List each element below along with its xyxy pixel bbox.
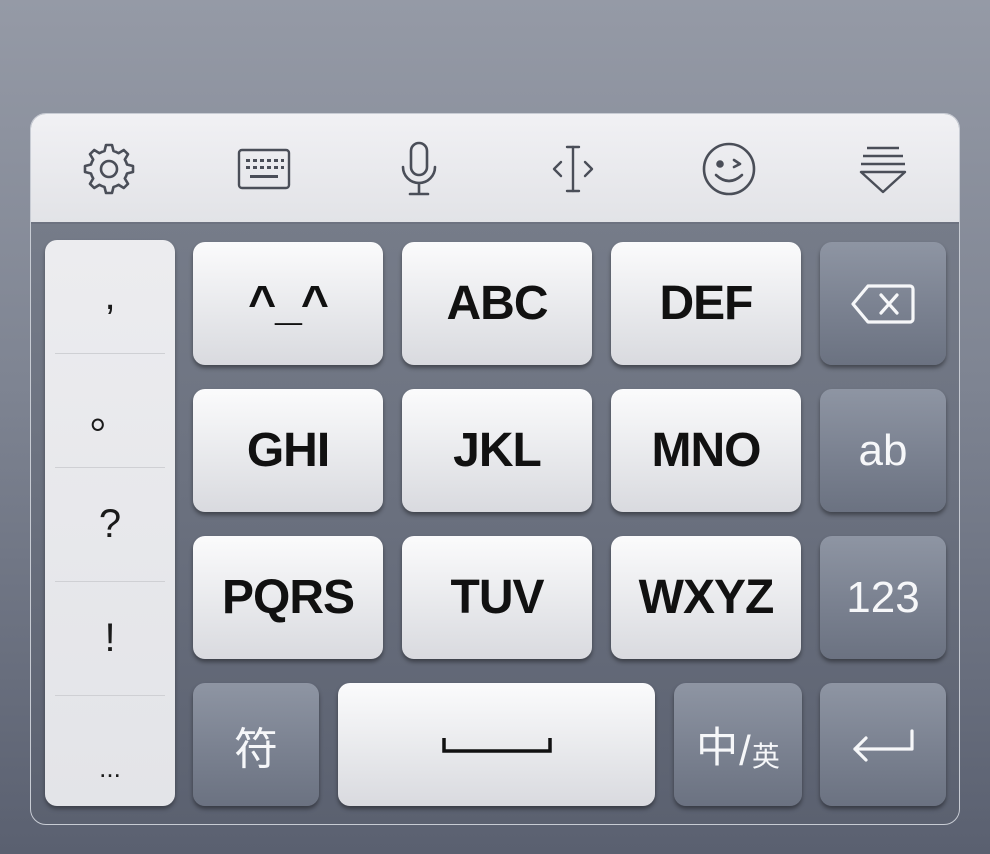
punct-period-label: 。	[90, 392, 130, 437]
key-number-mode[interactable]: 123	[820, 536, 946, 659]
key-mno-label: MNO	[651, 424, 762, 477]
key-emoticon[interactable]: ^_^	[193, 242, 383, 365]
emoji-button[interactable]	[694, 134, 764, 204]
key-tuv-label: TUV	[450, 571, 545, 624]
key-emoticon-label: ^_^	[248, 277, 329, 330]
backspace-icon	[851, 283, 915, 324]
enter-icon	[853, 728, 914, 762]
punct-ellipsis-label: ...	[99, 753, 121, 783]
enter-key[interactable]	[820, 683, 946, 806]
key-number-mode-label: 123	[846, 572, 920, 622]
lang-english-label: 英	[751, 741, 780, 772]
settings-button[interactable]	[74, 134, 144, 204]
key-def-label: DEF	[659, 277, 754, 330]
gear-icon	[83, 143, 135, 195]
punctuation-column: , 。 ? ! ...	[45, 240, 175, 806]
space-icon	[441, 737, 552, 753]
keyboard-icon	[237, 148, 291, 190]
backspace-key[interactable]	[820, 242, 946, 365]
punct-comma-label: ,	[104, 274, 116, 318]
key-wxyz-label: WXYZ	[638, 571, 775, 624]
key-abc[interactable]: ABC	[402, 242, 592, 365]
voice-input-button[interactable]	[384, 134, 454, 204]
key-english-mode-label: ab	[858, 425, 908, 475]
key-symbols[interactable]: 符	[193, 683, 319, 806]
key-jkl[interactable]: JKL	[402, 389, 592, 512]
hide-keyboard-button[interactable]	[848, 134, 918, 204]
hide-keyboard-icon	[859, 146, 907, 194]
key-pqrs[interactable]: PQRS	[193, 536, 383, 659]
keyboard-toolbar	[31, 114, 959, 224]
punct-exclamation-label: !	[104, 616, 116, 660]
keyboard-switch-button[interactable]	[229, 134, 299, 204]
space-key[interactable]	[338, 683, 655, 806]
key-ghi-label: GHI	[246, 424, 330, 477]
punct-question-key[interactable]: ?	[55, 468, 165, 582]
language-switch-label: 中 / 英	[696, 714, 780, 775]
key-abc-label: ABC	[446, 277, 549, 330]
microphone-icon	[401, 141, 437, 196]
key-ghi[interactable]: GHI	[193, 389, 383, 512]
key-def[interactable]: DEF	[611, 242, 801, 365]
key-jkl-label: JKL	[453, 424, 542, 477]
key-language-switch[interactable]: 中 / 英	[674, 683, 802, 806]
punct-question-label: ?	[98, 502, 122, 546]
lang-chinese-label: 中	[696, 724, 739, 771]
key-mno[interactable]: MNO	[611, 389, 801, 512]
key-tuv[interactable]: TUV	[402, 536, 592, 659]
key-symbols-label: 符	[234, 724, 278, 774]
punct-comma-key[interactable]: ,	[55, 240, 165, 354]
text-cursor-icon	[552, 145, 594, 193]
key-wxyz[interactable]: WXYZ	[611, 536, 801, 659]
punct-ellipsis-key[interactable]: ...	[55, 696, 165, 806]
keyboard-panel: , 。 ? ! ... ^_^ ABC DEF GHI JKL MNO ab P…	[30, 113, 960, 825]
punct-exclamation-key[interactable]: !	[55, 582, 165, 696]
punct-period-key[interactable]: 。	[55, 354, 165, 468]
key-pqrs-label: PQRS	[221, 571, 355, 624]
cursor-move-button[interactable]	[538, 134, 608, 204]
key-english-mode[interactable]: ab	[820, 389, 946, 512]
emoji-icon	[702, 142, 756, 196]
lang-slash-label: /	[739, 727, 751, 774]
